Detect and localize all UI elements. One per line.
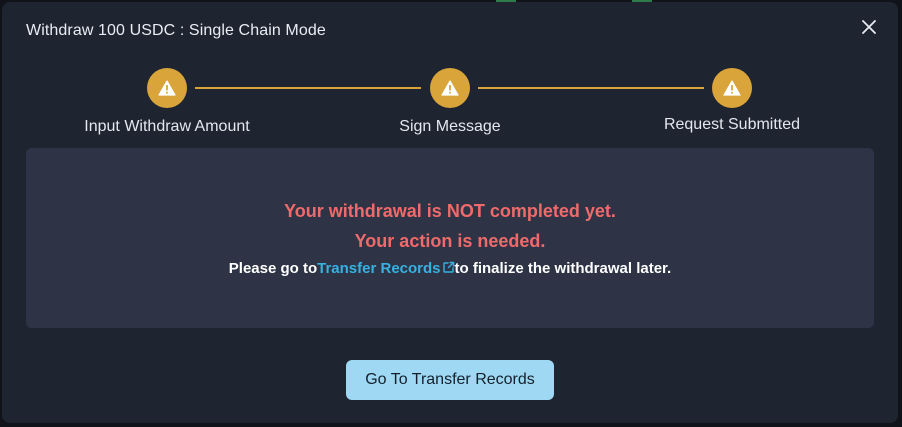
dialog-title: Withdraw 100 USDC : Single Chain Mode	[26, 22, 326, 39]
transfer-records-link[interactable]: Transfer Records	[317, 260, 454, 277]
instruction-prefix: Please go to	[228, 260, 318, 277]
step-input-withdraw-amount: Input Withdraw Amount	[57, 68, 277, 136]
action-needed-message: Your action is needed.	[354, 231, 546, 251]
instruction-suffix: to finalize the withdrawal later.	[454, 260, 672, 277]
step-request-submitted: Request Submitted	[622, 68, 842, 134]
step-sign-message: Sign Message	[340, 68, 560, 136]
warning-icon	[441, 80, 459, 96]
error-message: Your withdrawal is NOT completed yet.	[284, 201, 616, 221]
withdraw-dialog: Withdraw 100 USDC : Single Chain Mode In…	[2, 2, 898, 423]
instruction-text: Please go toTransfer Records to finalize…	[26, 260, 874, 277]
go-to-transfer-records-button[interactable]: Go To Transfer Records	[346, 360, 554, 400]
warning-icon	[158, 80, 176, 96]
status-panel: Your withdrawal is NOT completed yet. Yo…	[26, 148, 874, 328]
external-link-icon	[442, 261, 454, 273]
close-icon	[862, 20, 876, 34]
close-button[interactable]	[858, 16, 880, 38]
progress-stepper: Input Withdraw Amount Sign Message Reque…	[2, 68, 898, 138]
step-badge	[712, 68, 752, 108]
step-label: Request Submitted	[663, 116, 801, 133]
step-label: Sign Message	[399, 118, 501, 135]
step-label: Input Withdraw Amount	[84, 118, 250, 135]
step-badge	[147, 68, 187, 108]
transfer-records-link-label: Transfer Records	[317, 260, 441, 277]
step-badge	[430, 68, 470, 108]
warning-icon	[723, 80, 741, 96]
